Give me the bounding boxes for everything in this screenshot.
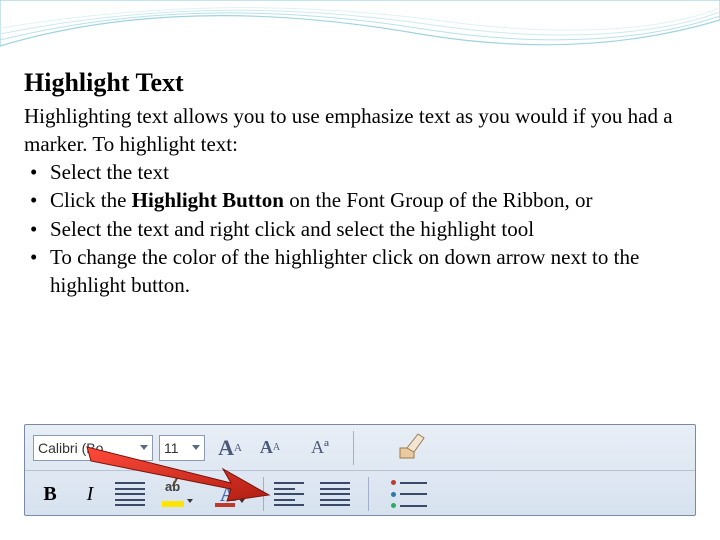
letter-a-icon: A (218, 435, 234, 461)
italic-button[interactable]: I (75, 479, 105, 509)
slide-content: Highlight Text Highlighting text allows … (0, 0, 720, 299)
ribbon-font-group-screenshot: Calibri (Bo 11 AA AA Aª B I (24, 424, 696, 516)
letter-a-icon: Aª (311, 437, 329, 458)
chevron-down-icon[interactable] (187, 499, 193, 503)
font-name-dropdown[interactable]: Calibri (Bo (33, 435, 153, 461)
list-item: Select the text (24, 158, 696, 186)
eraser-brush-icon (394, 430, 428, 466)
letter-a-icon: A (260, 437, 273, 458)
chevron-down-icon[interactable] (239, 499, 245, 503)
highlight-button[interactable]: ab (159, 477, 193, 511)
separator (368, 477, 369, 511)
highlight-button-label: Highlight Button (132, 188, 284, 212)
list-item: Click the Highlight Button on the Font G… (24, 186, 696, 214)
chevron-down-icon (140, 445, 148, 450)
slide-title: Highlight Text (24, 68, 696, 98)
grow-font-button[interactable]: AA (215, 433, 245, 463)
bullet-list: Select the text Click the Highlight Butt… (24, 158, 696, 299)
font-color-swatch (215, 503, 235, 507)
highlight-color-swatch (162, 501, 184, 507)
chevron-down-icon (192, 445, 200, 450)
clear-formatting-button[interactable] (394, 430, 428, 466)
shrink-font-button[interactable]: AA (255, 433, 285, 463)
underline-button[interactable] (115, 482, 145, 506)
font-size-value: 11 (164, 440, 179, 456)
bold-button[interactable]: B (35, 479, 65, 509)
change-case-button[interactable]: Aª (305, 433, 335, 463)
align-button[interactable] (320, 482, 350, 506)
list-item: To change the color of the highlighter c… (24, 243, 696, 299)
bulleted-list-button[interactable] (391, 480, 427, 508)
font-color-button[interactable]: A (211, 479, 245, 509)
align-button[interactable] (274, 482, 304, 506)
font-name-value: Calibri (Bo (38, 440, 103, 456)
font-size-dropdown[interactable]: 11 (159, 435, 205, 461)
intro-text: Highlighting text allows you to use emph… (24, 102, 696, 158)
separator (263, 477, 264, 511)
separator (353, 431, 354, 465)
list-item: Select the text and right click and sele… (24, 215, 696, 243)
